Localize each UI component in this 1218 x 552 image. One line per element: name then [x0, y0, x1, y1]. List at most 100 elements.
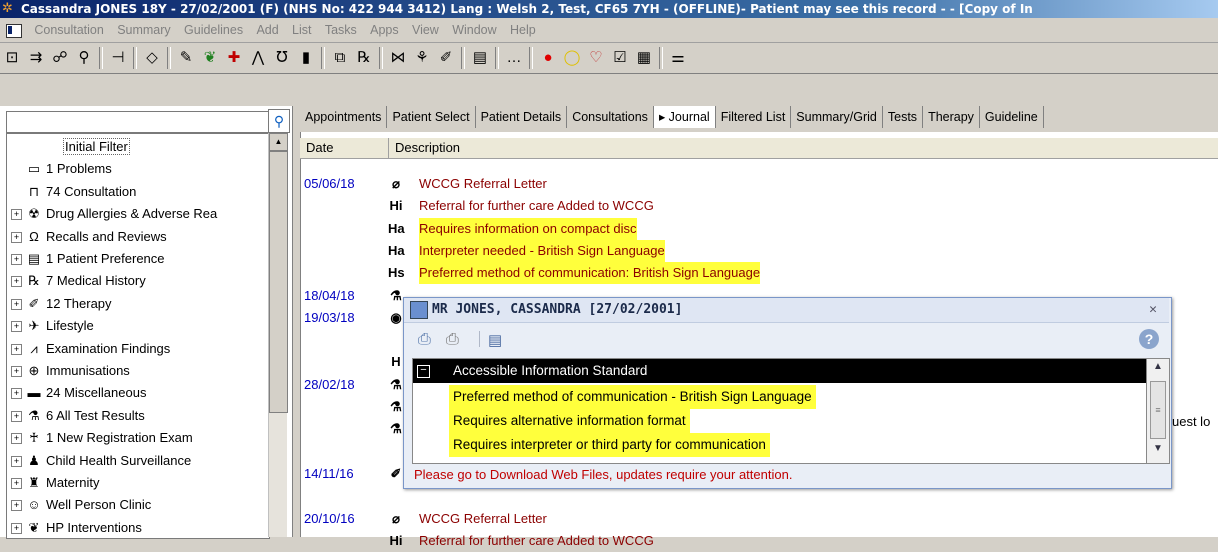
- book-icon[interactable]: ▮: [295, 47, 317, 69]
- expand-icon[interactable]: +: [11, 343, 22, 355]
- tab-consultations[interactable]: Consultations: [567, 106, 654, 128]
- menu-summary[interactable]: Summary: [112, 18, 175, 42]
- tree-item[interactable]: + Ω Recalls and Reviews: [7, 226, 167, 248]
- scroll-thumb[interactable]: [269, 151, 288, 413]
- expand-icon[interactable]: +: [11, 209, 22, 221]
- medical-cross-icon[interactable]: ✚: [223, 47, 245, 69]
- scroll-up-icon[interactable]: ▲: [1147, 361, 1169, 372]
- tree-item[interactable]: + ☢ Drug Allergies & Adverse Rea: [7, 203, 217, 225]
- tree-item[interactable]: + ♜ Maternity: [7, 472, 99, 494]
- collapse-icon[interactable]: −: [417, 364, 430, 378]
- menu-window[interactable]: Window: [447, 18, 501, 42]
- checklist-icon[interactable]: ☑: [609, 47, 631, 69]
- tree-item[interactable]: Initial Filter: [7, 136, 130, 158]
- menu-consultation[interactable]: Consultation: [29, 18, 109, 42]
- tree-search-input[interactable]: [6, 111, 270, 133]
- heart-icon[interactable]: ♡: [585, 47, 607, 69]
- expand-icon[interactable]: +: [11, 298, 22, 310]
- tree-scrollbar[interactable]: ▲: [268, 133, 288, 537]
- tab-patient-select[interactable]: Patient Select: [387, 106, 476, 128]
- menu-view[interactable]: View: [407, 18, 444, 42]
- expand-icon[interactable]: +: [11, 388, 22, 400]
- tree-item[interactable]: ⊓ 74 Consultation: [7, 181, 136, 203]
- print-icon[interactable]: ⎙: [446, 331, 459, 349]
- copy-icon[interactable]: ⧉: [329, 47, 351, 69]
- figure-icon[interactable]: ⋀: [247, 47, 269, 69]
- menu-list[interactable]: List: [287, 18, 316, 42]
- stethoscope-icon[interactable]: ℧: [271, 47, 293, 69]
- expand-icon[interactable]: +: [11, 433, 22, 445]
- preview-icon[interactable]: ⎙: [418, 331, 431, 349]
- alert-item[interactable]: Requires interpreter or third party for …: [413, 433, 1147, 457]
- tree-item[interactable]: + ♟ Child Health Surveillance: [7, 450, 191, 472]
- journal-row[interactable]: Hi Referral for further care Added to WCC…: [300, 530, 1218, 552]
- journal-row[interactable]: Hi Referral for further care Added to WCC…: [300, 195, 1218, 217]
- expand-icon[interactable]: +: [11, 478, 22, 490]
- popup-scrollbar[interactable]: ▲ ≡ ▼: [1146, 358, 1170, 464]
- scroll-down-icon[interactable]: ▼: [1147, 443, 1169, 454]
- tree-item[interactable]: + ♰ 1 New Registration Exam: [7, 427, 193, 449]
- tree-item[interactable]: + ▬ 24 Miscellaneous: [7, 382, 146, 404]
- notebook-icon[interactable]: ✎: [175, 47, 197, 69]
- expand-icon[interactable]: +: [11, 231, 22, 243]
- search-icon[interactable]: ⚲: [268, 109, 290, 133]
- people-icon[interactable]: ⇉: [25, 47, 47, 69]
- menu-add[interactable]: Add: [251, 18, 283, 42]
- tab-therapy[interactable]: Therapy: [923, 106, 980, 128]
- popup-status-message[interactable]: Please go to Download Web Files, updates…: [404, 464, 1169, 486]
- column-description[interactable]: Description: [389, 138, 1217, 158]
- tab-guideline[interactable]: Guideline: [980, 106, 1044, 128]
- search-person-icon[interactable]: ⚲: [73, 47, 95, 69]
- alert-group-header[interactable]: − Accessible Information Standard: [413, 359, 1147, 383]
- tree-item[interactable]: + ℞ 7 Medical History: [7, 270, 146, 292]
- popup-title-bar[interactable]: MR JONES, CASSANDRA [27/02/2001] ✕: [404, 298, 1169, 323]
- tab-journal[interactable]: ▸ Journal: [653, 106, 716, 128]
- scroll-up-icon[interactable]: ▲: [269, 133, 288, 151]
- pen-icon[interactable]: ✐: [435, 47, 457, 69]
- tree-item[interactable]: + ❦ HP Interventions: [7, 517, 142, 538]
- tab-appointments[interactable]: Appointments: [300, 106, 388, 128]
- tree-item[interactable]: + ▤ 1 Patient Preference: [7, 248, 165, 270]
- apple-icon[interactable]: ❦: [199, 47, 221, 69]
- window-menu-icon[interactable]: [6, 23, 22, 38]
- expand-icon[interactable]: +: [11, 366, 22, 378]
- document-icon[interactable]: ▤: [469, 47, 491, 69]
- expand-icon[interactable]: +: [11, 522, 22, 534]
- tree-item[interactable]: + ☺ Well Person Clinic: [7, 494, 151, 516]
- menu-apps[interactable]: Apps: [365, 18, 404, 42]
- flag-icon[interactable]: ◇: [141, 47, 163, 69]
- tab-filtered-list[interactable]: Filtered List: [716, 106, 792, 128]
- column-date[interactable]: Date: [300, 138, 389, 158]
- list-icon[interactable]: ⚌: [667, 47, 689, 69]
- help-icon[interactable]: ?: [1139, 329, 1159, 349]
- calendar-icon[interactable]: ▦: [633, 47, 655, 69]
- expand-icon[interactable]: +: [11, 321, 22, 333]
- journal-row[interactable]: Ha Interpreter needed - British Sign Lang…: [300, 239, 1218, 262]
- journal-row[interactable]: 05/06/18 ⌀ WCCG Referral Letter: [300, 173, 1218, 195]
- journal-row[interactable]: Ha Requires information on compact disc: [300, 217, 1218, 240]
- tree-item[interactable]: ▭ 1 Problems: [7, 158, 112, 180]
- tree-icon[interactable]: ⊣: [107, 47, 129, 69]
- menu-guidelines[interactable]: Guidelines: [179, 18, 248, 42]
- alert-item[interactable]: Requires alternative information format: [413, 409, 1147, 433]
- expand-icon[interactable]: +: [11, 254, 22, 266]
- list-view-icon[interactable]: ▤: [479, 331, 502, 349]
- expand-icon[interactable]: +: [11, 500, 22, 512]
- more-icon[interactable]: …: [503, 47, 525, 69]
- close-icon[interactable]: ✕: [1149, 298, 1157, 322]
- alert-item[interactable]: Preferred method of communication - Brit…: [413, 385, 1147, 409]
- bulb-icon[interactable]: ⚘: [411, 47, 433, 69]
- record-icon[interactable]: ●: [537, 47, 559, 69]
- journal-row[interactable]: 20/10/16 ⌀ WCCG Referral Letter: [300, 508, 1218, 530]
- scroll-thumb[interactable]: ≡: [1150, 381, 1166, 439]
- menu-tasks[interactable]: Tasks: [320, 18, 362, 42]
- menu-help[interactable]: Help: [505, 18, 541, 42]
- tree-item[interactable]: + ⊕ Immunisations: [7, 360, 130, 382]
- expand-icon[interactable]: +: [11, 276, 22, 288]
- group-icon[interactable]: ☍: [49, 47, 71, 69]
- bowtie-icon[interactable]: ⋈: [387, 47, 409, 69]
- tree-item[interactable]: + ⩘ Examination Findings: [7, 338, 170, 360]
- tab-summary-grid[interactable]: Summary/Grid: [791, 106, 883, 128]
- tree-item[interactable]: + ✈ Lifestyle: [7, 315, 94, 337]
- tab-patient-details[interactable]: Patient Details: [476, 106, 568, 128]
